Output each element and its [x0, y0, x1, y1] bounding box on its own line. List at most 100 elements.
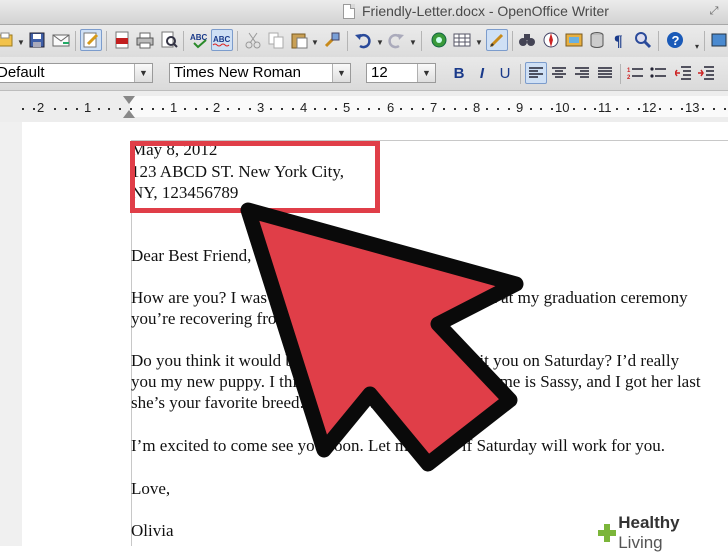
ruler-tick — [627, 108, 629, 110]
new-dropdown-icon[interactable]: ▼ — [17, 39, 25, 47]
ruler-tick — [292, 108, 294, 110]
ruler-tick — [638, 108, 640, 110]
ruler-tick — [670, 108, 672, 110]
ruler-label: 5 — [343, 100, 351, 115]
redo-dropdown-icon[interactable]: ▼ — [409, 39, 417, 47]
export-pdf-icon[interactable] — [111, 29, 133, 51]
font-name-value: Times New Roman — [174, 64, 301, 81]
numbering-icon[interactable]: 12 — [624, 62, 646, 84]
gallery-icon[interactable] — [563, 29, 585, 51]
increase-indent-icon[interactable] — [695, 62, 717, 84]
ruler-tick — [152, 108, 154, 110]
redo-icon[interactable] — [385, 29, 407, 51]
ruler-tick — [508, 108, 510, 110]
undo-icon[interactable] — [352, 29, 374, 51]
ruler-tick — [227, 108, 229, 110]
fullscreen-icon[interactable]: ⤢ — [706, 4, 722, 19]
ruler-label: 10 — [555, 100, 570, 115]
signature-line[interactable]: Olivia — [131, 521, 174, 541]
ruler-label: 7 — [430, 100, 438, 115]
chevron-down-icon[interactable]: ▼ — [332, 64, 350, 82]
svg-text:ABC: ABC — [213, 35, 231, 44]
ruler-label: 12 — [642, 100, 657, 115]
align-center-icon[interactable] — [548, 62, 570, 84]
ruler-label: 4 — [300, 100, 308, 115]
closing-line[interactable]: Love, — [131, 479, 170, 499]
toolbar-overflow-icon[interactable]: ▾ — [695, 43, 699, 51]
ruler-tick — [584, 108, 586, 110]
cut-icon[interactable] — [242, 29, 264, 51]
ruler-tick — [659, 108, 661, 110]
ruler-tick — [454, 108, 456, 110]
plus-icon — [598, 524, 617, 542]
ruler-tick — [573, 108, 575, 110]
decrease-indent-icon[interactable] — [672, 62, 694, 84]
ruler-tick — [616, 108, 618, 110]
paragraph-style-select[interactable]: Default ▼ — [0, 63, 153, 83]
ruler-tick — [54, 108, 56, 110]
email-icon[interactable] — [50, 29, 72, 51]
watermark-text: Healthy Living — [618, 513, 680, 552]
table-icon[interactable] — [451, 29, 473, 51]
ruler-label: 2 — [37, 100, 45, 115]
show-draw-functions-icon[interactable] — [486, 29, 508, 51]
document-icon — [343, 4, 355, 19]
ruler-tick — [206, 108, 208, 110]
justify-icon[interactable] — [594, 62, 616, 84]
formatting-marks-icon[interactable]: ¶ — [609, 29, 631, 51]
underline-button[interactable]: U — [494, 62, 516, 84]
ruler-label: 9 — [516, 100, 524, 115]
ruler-tick — [411, 108, 413, 110]
ruler-label: 6 — [387, 100, 395, 115]
ruler-tick — [33, 108, 35, 110]
table-dropdown-icon[interactable]: ▼ — [475, 39, 483, 47]
hyperlink-icon[interactable] — [428, 29, 450, 51]
ruler-tick — [594, 108, 596, 110]
clone-formatting-icon[interactable] — [321, 29, 343, 51]
ruler-tick — [249, 108, 251, 110]
ruler-label: 2 — [213, 100, 221, 115]
first-line-indent-marker[interactable] — [123, 96, 135, 104]
new-document-icon[interactable] — [0, 29, 16, 51]
copy-icon[interactable] — [265, 29, 287, 51]
autospellcheck-icon[interactable]: ABC — [211, 29, 233, 51]
print-preview-icon[interactable] — [158, 29, 180, 51]
ruler-label: 11 — [598, 100, 612, 115]
ruler-tick — [702, 108, 704, 110]
edit-file-icon[interactable] — [80, 29, 102, 51]
bullets-icon[interactable] — [647, 62, 669, 84]
chevron-down-icon[interactable]: ▼ — [134, 64, 152, 82]
chevron-down-icon[interactable]: ▼ — [417, 64, 435, 82]
paste-icon[interactable] — [288, 29, 310, 51]
standard-toolbar: ▼ ABC ABC ▼ ▼ ▼ ▼ ¶ ? ▾ — [0, 25, 728, 57]
ruler-tick — [238, 108, 240, 110]
ruler-tick — [465, 108, 467, 110]
paragraph-style-value: Default — [0, 64, 45, 81]
ruler-tick — [422, 108, 424, 110]
ruler-tick — [400, 108, 402, 110]
font-size-select[interactable]: 12 ▼ — [366, 63, 436, 83]
italic-button[interactable]: I — [471, 62, 493, 84]
ruler-tick — [551, 108, 553, 110]
ruler-tick — [486, 108, 488, 110]
spellcheck-icon[interactable]: ABC — [188, 29, 210, 51]
left-indent-marker[interactable] — [123, 110, 135, 118]
data-sources-icon[interactable] — [586, 29, 608, 51]
paste-dropdown-icon[interactable]: ▼ — [311, 39, 319, 47]
print-icon[interactable] — [134, 29, 156, 51]
help-icon[interactable]: ? — [664, 29, 686, 51]
extension-icon[interactable] — [708, 29, 728, 51]
bold-button[interactable]: B — [448, 62, 470, 84]
undo-dropdown-icon[interactable]: ▼ — [376, 39, 384, 47]
navigator-icon[interactable] — [540, 29, 562, 51]
font-name-select[interactable]: Times New Roman ▼ — [169, 63, 351, 83]
ruler-tick — [378, 108, 380, 110]
find-replace-icon[interactable] — [516, 29, 538, 51]
ruler-tick — [314, 108, 316, 110]
align-left-icon[interactable] — [525, 62, 547, 84]
ruler-tick — [195, 108, 197, 110]
svg-text:?: ? — [672, 33, 680, 48]
zoom-icon[interactable] — [632, 29, 654, 51]
align-right-icon[interactable] — [571, 62, 593, 84]
save-icon[interactable] — [26, 29, 48, 51]
